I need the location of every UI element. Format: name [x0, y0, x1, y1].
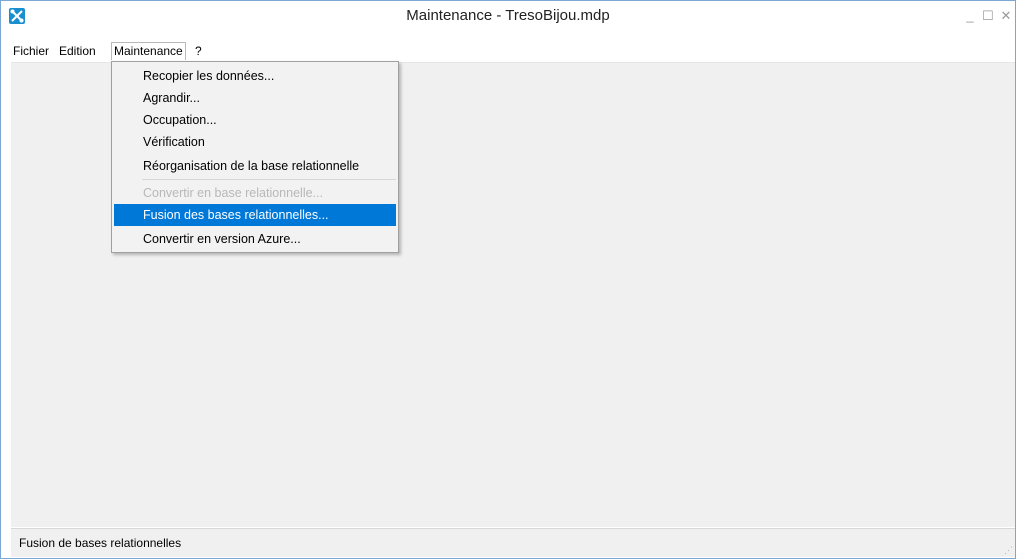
menu-item-label: Recopier les données...	[143, 69, 275, 83]
maintenance-dropdown-menu: Recopier les données... Agrandir... Occu…	[111, 61, 399, 253]
menu-edition[interactable]: Edition	[57, 43, 98, 60]
menu-item-reorganisation[interactable]: Réorganisation de la base relationnelle	[114, 155, 396, 177]
menu-item-label: Réorganisation de la base relationnelle	[143, 159, 360, 173]
menu-maintenance[interactable]: Maintenance	[111, 42, 186, 60]
menu-separator	[142, 179, 396, 180]
menu-fichier[interactable]: Fichier	[11, 43, 51, 60]
menu-item-verification[interactable]: Vérification	[114, 131, 396, 153]
menu-item-recopier[interactable]: Recopier les données...	[114, 65, 396, 87]
status-text: Fusion de bases relationnelles	[19, 536, 182, 550]
menu-item-label: Occupation...	[143, 113, 217, 127]
menu-item-label: Agrandir...	[143, 91, 200, 105]
menu-item-label: Convertir en base relationnelle...	[143, 186, 323, 200]
title-bar[interactable]: Maintenance - TresoBijou.mdp _ ☐ ✕	[1, 1, 1015, 31]
close-button[interactable]: ✕	[997, 6, 1015, 26]
menu-item-label: Fusion des bases relationnelles...	[143, 208, 329, 222]
menu-help[interactable]: ?	[193, 43, 204, 60]
menu-item-fusion[interactable]: Fusion des bases relationnelles...	[114, 204, 396, 226]
menu-item-label: Vérification	[143, 135, 205, 149]
menu-item-occupation[interactable]: Occupation...	[114, 109, 396, 131]
menu-item-label: Convertir en version Azure...	[143, 232, 301, 246]
menu-item-agrandir[interactable]: Agrandir...	[114, 87, 396, 109]
minimize-button[interactable]: _	[961, 6, 979, 26]
menu-item-convertir-azure[interactable]: Convertir en version Azure...	[114, 228, 396, 250]
window-title: Maintenance - TresoBijou.mdp	[406, 7, 610, 24]
status-bar: Fusion de bases relationnelles ⋰	[11, 528, 1015, 557]
menu-bar: Fichier Edition Maintenance ?	[11, 41, 1015, 63]
menu-item-convertir-base: Convertir en base relationnelle...	[114, 182, 396, 204]
resize-grip-icon[interactable]: ⋰	[1003, 545, 1013, 555]
maximize-button[interactable]: ☐	[979, 6, 997, 26]
